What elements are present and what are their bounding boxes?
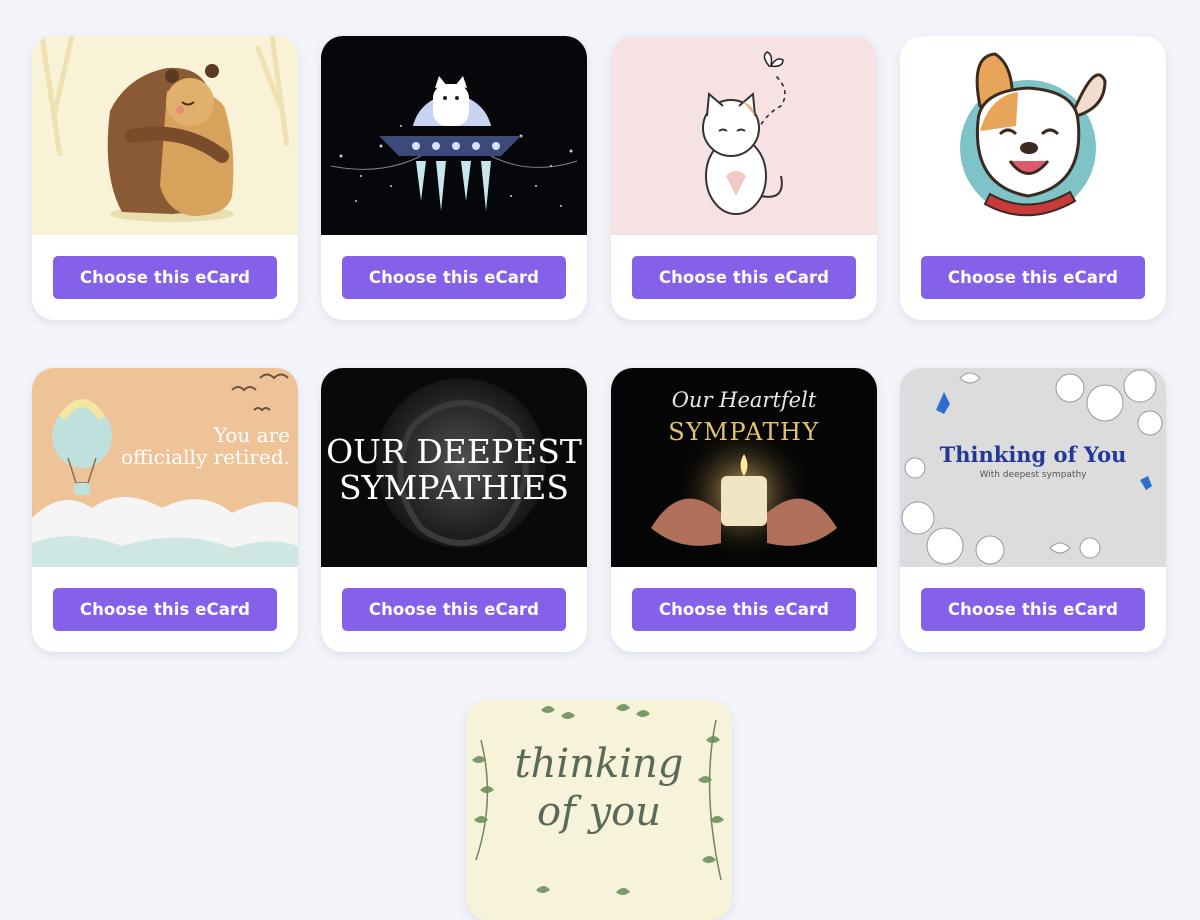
cat-butterfly-illustration[interactable]: [611, 36, 877, 235]
thinking-title: Thinking of You: [939, 442, 1127, 467]
floral-illustration[interactable]: Thinking of You With deepest sympathy: [900, 368, 1166, 567]
ecard-dog: Choose this eCard: [900, 36, 1166, 320]
ecard-deepest-sympathies: OUR DEEPEST SYMPATHIES Choose this eCard: [321, 368, 587, 652]
ecard-thinking-of-you-floral: Thinking of You With deepest sympathy Ch…: [900, 368, 1166, 652]
dark-rose-illustration[interactable]: OUR DEEPEST SYMPATHIES: [321, 368, 587, 567]
script-line-1: thinking: [514, 741, 684, 787]
choose-ecard-button[interactable]: Choose this eCard: [632, 256, 856, 299]
ecard-ufo-cat: Choose this eCard: [321, 36, 587, 320]
choose-ecard-button[interactable]: Choose this eCard: [342, 588, 566, 631]
sympathy-title: SYMPATHY: [668, 418, 820, 446]
retired-line-2: officially retired.: [120, 445, 290, 469]
bears-hug-illustration[interactable]: [32, 36, 298, 235]
sympathy-line-2: SYMPATHIES: [339, 468, 569, 507]
ecard-retired: You are officially retired. Choose this …: [32, 368, 298, 652]
retirement-illustration[interactable]: You are officially retired.: [32, 368, 298, 567]
retired-line-1: You are: [213, 423, 290, 447]
choose-ecard-button[interactable]: Choose this eCard: [342, 256, 566, 299]
sympathy-heading: OUR DEEPEST SYMPATHIES: [321, 434, 587, 506]
choose-ecard-button[interactable]: Choose this eCard: [921, 588, 1145, 631]
choose-ecard-button[interactable]: Choose this eCard: [921, 256, 1145, 299]
ecard-cat-butterfly: Choose this eCard: [611, 36, 877, 320]
retired-message: You are officially retired.: [121, 424, 290, 468]
choose-ecard-button[interactable]: Choose this eCard: [53, 256, 277, 299]
ecard-bears: Choose this eCard: [32, 36, 298, 320]
heartfelt-script: Our Heartfelt: [671, 388, 817, 412]
choose-ecard-button[interactable]: Choose this eCard: [632, 588, 856, 631]
thinking-subtitle: With deepest sympathy: [979, 470, 1087, 480]
ecard-heartfelt-sympathy: Our Heartfelt SYMPATHY Choose this eCard: [611, 368, 877, 652]
sympathy-line-1: OUR DEEPEST: [326, 432, 582, 471]
cat-ufo-illustration[interactable]: [321, 36, 587, 235]
candle-illustration[interactable]: Our Heartfelt SYMPATHY: [611, 368, 877, 567]
choose-ecard-button[interactable]: Choose this eCard: [53, 588, 277, 631]
ecard-thinking-of-you-leaves[interactable]: thinking of you: [466, 700, 732, 920]
script-line-2: of you: [536, 789, 662, 835]
happy-dog-illustration[interactable]: [900, 36, 1166, 235]
thinking-of-you-script: thinking of you: [466, 740, 732, 836]
